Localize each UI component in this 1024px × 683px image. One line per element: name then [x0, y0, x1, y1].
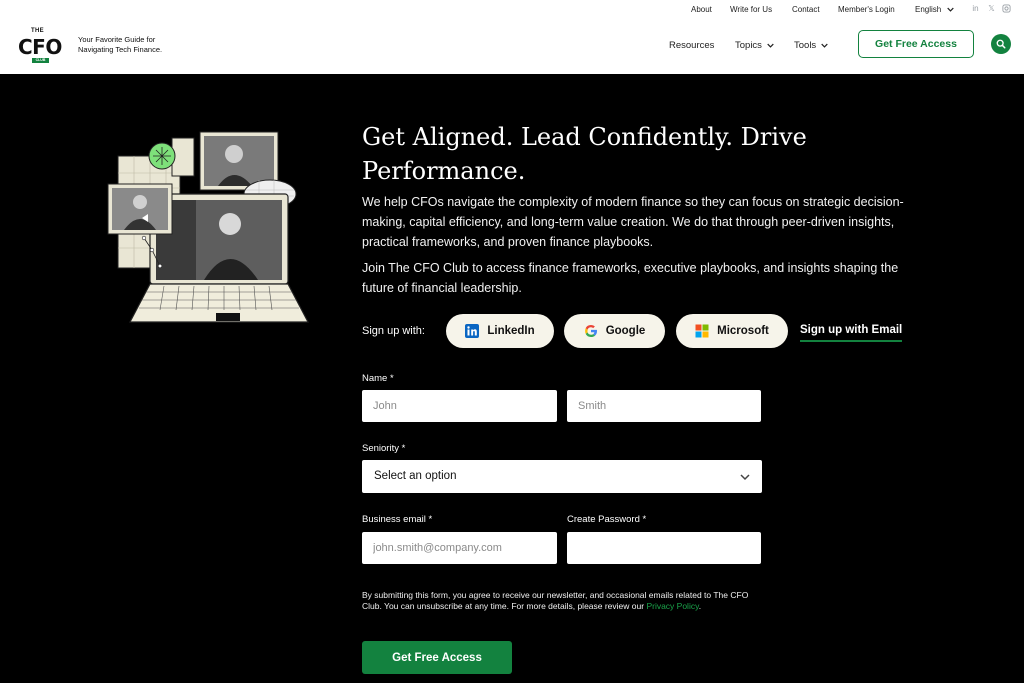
members-login-link[interactable]: Member's Login [838, 5, 895, 14]
seniority-label: Seniority * [362, 443, 406, 454]
tagline: Your Favorite Guide for Navigating Tech … [78, 35, 163, 54]
site-header: THE CFO CLUB Your Favorite Guide for Nav… [0, 22, 1024, 74]
first-name-input[interactable] [362, 390, 557, 422]
nav-topics-label: Topics [735, 40, 762, 51]
nav-tools[interactable]: Tools [794, 40, 828, 51]
linkedin-label: LinkedIn [487, 325, 535, 337]
x-icon[interactable]: 𝕏 [987, 4, 996, 13]
create-password-input[interactable] [567, 532, 761, 564]
chevron-down-icon [947, 7, 954, 12]
linkedin-icon [465, 324, 480, 338]
hero-paragraph-1: We help CFOs navigate the complexity of … [362, 195, 904, 249]
write-for-us-link[interactable]: Write for Us [730, 5, 772, 14]
google-signup-button[interactable]: Google [564, 314, 665, 348]
logo-club: CLUB [32, 58, 49, 63]
signup-label: Sign up with: [362, 325, 425, 337]
google-icon [584, 325, 597, 337]
hero-section: Get Aligned. Lead Confidently. Drive Per… [0, 74, 1024, 683]
microsoft-label: Microsoft [717, 325, 769, 337]
seniority-select[interactable]: Select an option [362, 460, 762, 493]
business-email-input[interactable] [362, 532, 557, 564]
signup-options: Sign up with: LinkedIn Google Microsoft … [362, 314, 922, 350]
cfo-club-logo[interactable]: THE CFO CLUB [18, 28, 64, 68]
language-label: English [915, 5, 942, 14]
microsoft-signup-button[interactable]: Microsoft [676, 314, 788, 348]
hero-paragraph-2: Join The CFO Club to access finance fram… [362, 261, 899, 295]
about-link[interactable]: About [691, 5, 712, 14]
logo-the: THE [31, 28, 44, 34]
contact-link[interactable]: Contact [792, 5, 820, 14]
get-free-access-submit-button[interactable]: Get Free Access [362, 641, 512, 674]
get-free-access-header-button[interactable]: Get Free Access [858, 30, 974, 58]
search-icon [996, 39, 1006, 49]
last-name-input[interactable] [567, 390, 761, 422]
nav-resources-label: Resources [669, 40, 715, 51]
linkedin-signup-button[interactable]: LinkedIn [446, 314, 554, 348]
form-disclaimer: By submitting this form, you agree to re… [362, 590, 752, 612]
email-signup-tab[interactable]: Sign up with Email [800, 324, 903, 342]
language-selector[interactable]: English [915, 5, 954, 14]
nav-topics[interactable]: Topics [735, 40, 774, 51]
chevron-down-icon [740, 474, 750, 481]
instagram-icon[interactable] [1002, 4, 1011, 13]
privacy-policy-link[interactable]: Privacy Policy [646, 601, 698, 611]
create-password-label: Create Password * [567, 514, 647, 525]
name-label: Name * [362, 373, 394, 384]
google-label: Google [605, 325, 646, 337]
chevron-down-icon [767, 43, 774, 48]
microsoft-icon [695, 324, 709, 338]
business-email-label: Business email * [362, 514, 433, 525]
disclaimer-end: . [698, 601, 702, 611]
chevron-down-icon [821, 43, 828, 48]
video-call-illustration [107, 131, 309, 323]
nav-resources[interactable]: Resources [669, 40, 714, 51]
linkedin-icon[interactable]: in [971, 4, 980, 13]
top-utility-bar: About Write for Us Contact Member's Logi… [0, 0, 1024, 22]
logo-cfo: CFO [18, 35, 62, 59]
seniority-value: Select an option [374, 470, 457, 482]
hero-title: Get Aligned. Lead Confidently. Drive Per… [362, 123, 807, 185]
nav-tools-label: Tools [794, 40, 817, 51]
search-button[interactable] [991, 34, 1011, 54]
